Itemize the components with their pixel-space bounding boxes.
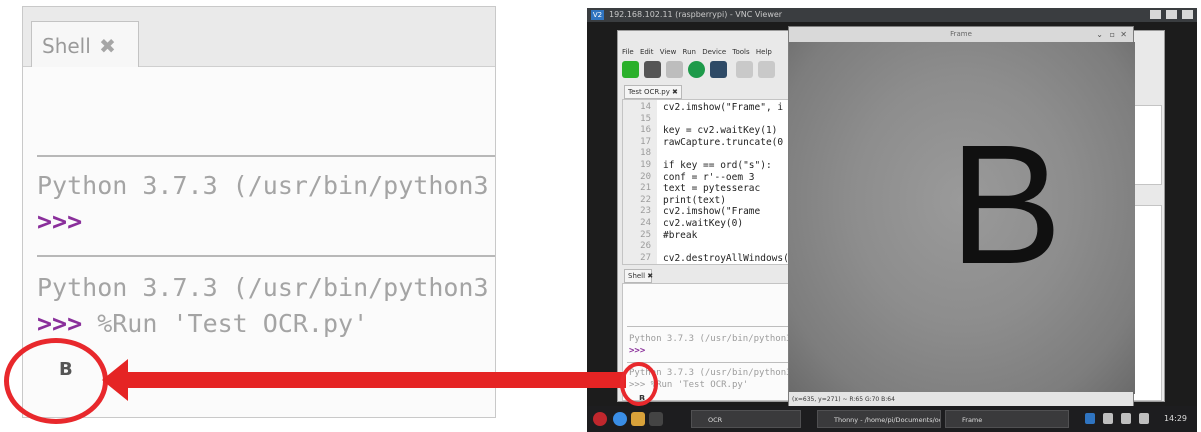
vnc-title: 192.168.102.11 (raspberrypi) - VNC Viewe…: [609, 10, 783, 19]
step-over-icon[interactable]: [736, 61, 753, 78]
code-line: conf = r'--oem 3: [663, 171, 755, 183]
code-line: cv2.waitKey(0): [663, 218, 744, 229]
chevron-down-icon[interactable]: ⌄: [1096, 30, 1103, 39]
run-command-line: >>> %Run 'Test OCR.py': [37, 309, 368, 338]
browser-icon[interactable]: [613, 412, 627, 426]
wifi-icon[interactable]: [1121, 413, 1131, 424]
session-separator: [627, 326, 789, 327]
line-number-gutter: 14 15 16 17 18 19 20 21 22 23 24 25 26 27: [623, 100, 657, 264]
code-line: key = cv2.waitKey(1): [663, 125, 778, 137]
line-number: 23: [640, 206, 651, 217]
captured-letter: B: [949, 110, 1063, 300]
line-number: 14: [640, 102, 651, 112]
zoomed-shell-tabbar: Shell ✖: [23, 7, 495, 68]
close-icon[interactable]: [1182, 10, 1193, 19]
shell-tabbar: Shell ✖: [624, 269, 684, 283]
python-version-line: Python 3.7.3 (/usr/bin/python3: [37, 273, 489, 302]
camera-frame-image: B: [789, 42, 1135, 394]
maximize-icon[interactable]: ▫: [1110, 30, 1115, 39]
file-manager-icon[interactable]: [631, 412, 645, 426]
open-icon[interactable]: [666, 61, 683, 78]
raspberry-menu-icon[interactable]: [593, 412, 607, 426]
thonny-toolbar: [622, 59, 792, 81]
frame-statusbar: (x=635, y=271) ~ R:65 G:70 B:64: [789, 392, 1133, 407]
vnc-tray-icon[interactable]: [1085, 413, 1095, 424]
zoomed-shell-tab[interactable]: Shell ✖: [31, 21, 139, 68]
new-file-icon[interactable]: [622, 61, 639, 78]
terminal-icon[interactable]: [649, 412, 663, 426]
editor-tab[interactable]: Test OCR.py ✖: [624, 85, 682, 99]
code-line: cv2.imshow("Frame: [663, 206, 761, 218]
line-number: 25: [640, 229, 651, 240]
annotation-arrow-head: [102, 359, 128, 401]
code-line: cv2.imshow("Frame", i: [663, 102, 784, 113]
python-version-line: Python 3.7.3 (/usr/bin/python3: [629, 334, 790, 344]
run-command: %Run 'Test OCR.py': [82, 309, 369, 338]
frame-window: Frame ⌄ ▫ ✕ B (x=635, y=271) ~ R:65 G:70…: [788, 26, 1135, 408]
code-editor[interactable]: 14 15 16 17 18 19 20 21 22 23 24 25 26 27 cv2.imshow(…: [622, 99, 790, 265]
line-number: 20: [640, 171, 651, 182]
vnc-logo-icon: V2: [591, 10, 604, 20]
session-separator: [627, 362, 789, 363]
line-number: 24: [640, 218, 651, 228]
vnc-titlebar: V2 192.168.102.11 (raspberrypi) - VNC Vi…: [587, 8, 1197, 22]
close-icon[interactable]: ✖: [99, 34, 116, 58]
line-number: 18: [640, 148, 651, 159]
bluetooth-icon[interactable]: [1103, 413, 1113, 424]
annotation-arrow-shaft: [120, 372, 626, 388]
close-icon[interactable]: ✕: [1120, 30, 1127, 39]
frame-titlebar: Frame ⌄ ▫ ✕: [789, 27, 1133, 42]
zoomed-shell-tab-label: Shell: [42, 34, 91, 58]
session-separator: [37, 155, 495, 157]
task-frame[interactable]: Frame: [945, 410, 1069, 428]
frame-title: Frame: [950, 30, 972, 38]
code-line: cv2.destroyAllWindows(): [663, 252, 790, 264]
taskbar: OCR Thonny - /home/pi/Documents/ocr Fram…: [587, 406, 1197, 432]
python-version-line: Python 3.7.3 (/usr/bin/python3: [37, 171, 489, 200]
editor-tabbar: Test OCR.py ✖: [624, 85, 786, 99]
line-number: 16: [640, 125, 651, 136]
code-line: #break: [663, 229, 698, 241]
session-separator: [37, 255, 495, 257]
task-thonny[interactable]: Thonny - /home/pi/Documents/ocr: [817, 410, 941, 428]
highlight-ellipse-source: [620, 362, 658, 406]
highlight-ellipse-zoom: [4, 338, 108, 424]
clock: 14:29: [1163, 414, 1187, 423]
code-line: print(text): [663, 194, 726, 206]
line-number: 26: [640, 241, 651, 252]
save-icon[interactable]: [644, 61, 661, 78]
line-number: 21: [640, 183, 651, 194]
debug-icon[interactable]: [710, 61, 727, 78]
line-number: 17: [640, 136, 651, 147]
line-number: 27: [640, 252, 651, 263]
code-line: rawCapture.truncate(0: [663, 136, 784, 148]
shell-prompt: >>>: [37, 309, 83, 338]
shell-prompt: >>>: [37, 207, 83, 236]
line-number: 22: [640, 194, 651, 205]
volume-icon[interactable]: [1139, 413, 1149, 424]
thonny-menubar[interactable]: File Edit View Run Device Tools Help: [622, 48, 772, 56]
task-ocr[interactable]: OCR: [691, 410, 801, 428]
vnc-viewer-window: V2 192.168.102.11 (raspberrypi) - VNC Vi…: [587, 8, 1197, 432]
code-line: text = pytesserac: [663, 183, 761, 195]
shell-tab[interactable]: Shell ✖: [624, 269, 653, 283]
code-line: if key == ord("s"):: [663, 160, 772, 171]
maximize-icon[interactable]: [1166, 10, 1177, 19]
minimize-icon[interactable]: [1150, 10, 1161, 19]
shell-prompt: >>>: [629, 346, 646, 356]
line-number: 15: [640, 113, 651, 124]
line-number: 19: [640, 160, 651, 170]
run-icon[interactable]: [688, 61, 705, 78]
step-into-icon[interactable]: [758, 61, 775, 78]
